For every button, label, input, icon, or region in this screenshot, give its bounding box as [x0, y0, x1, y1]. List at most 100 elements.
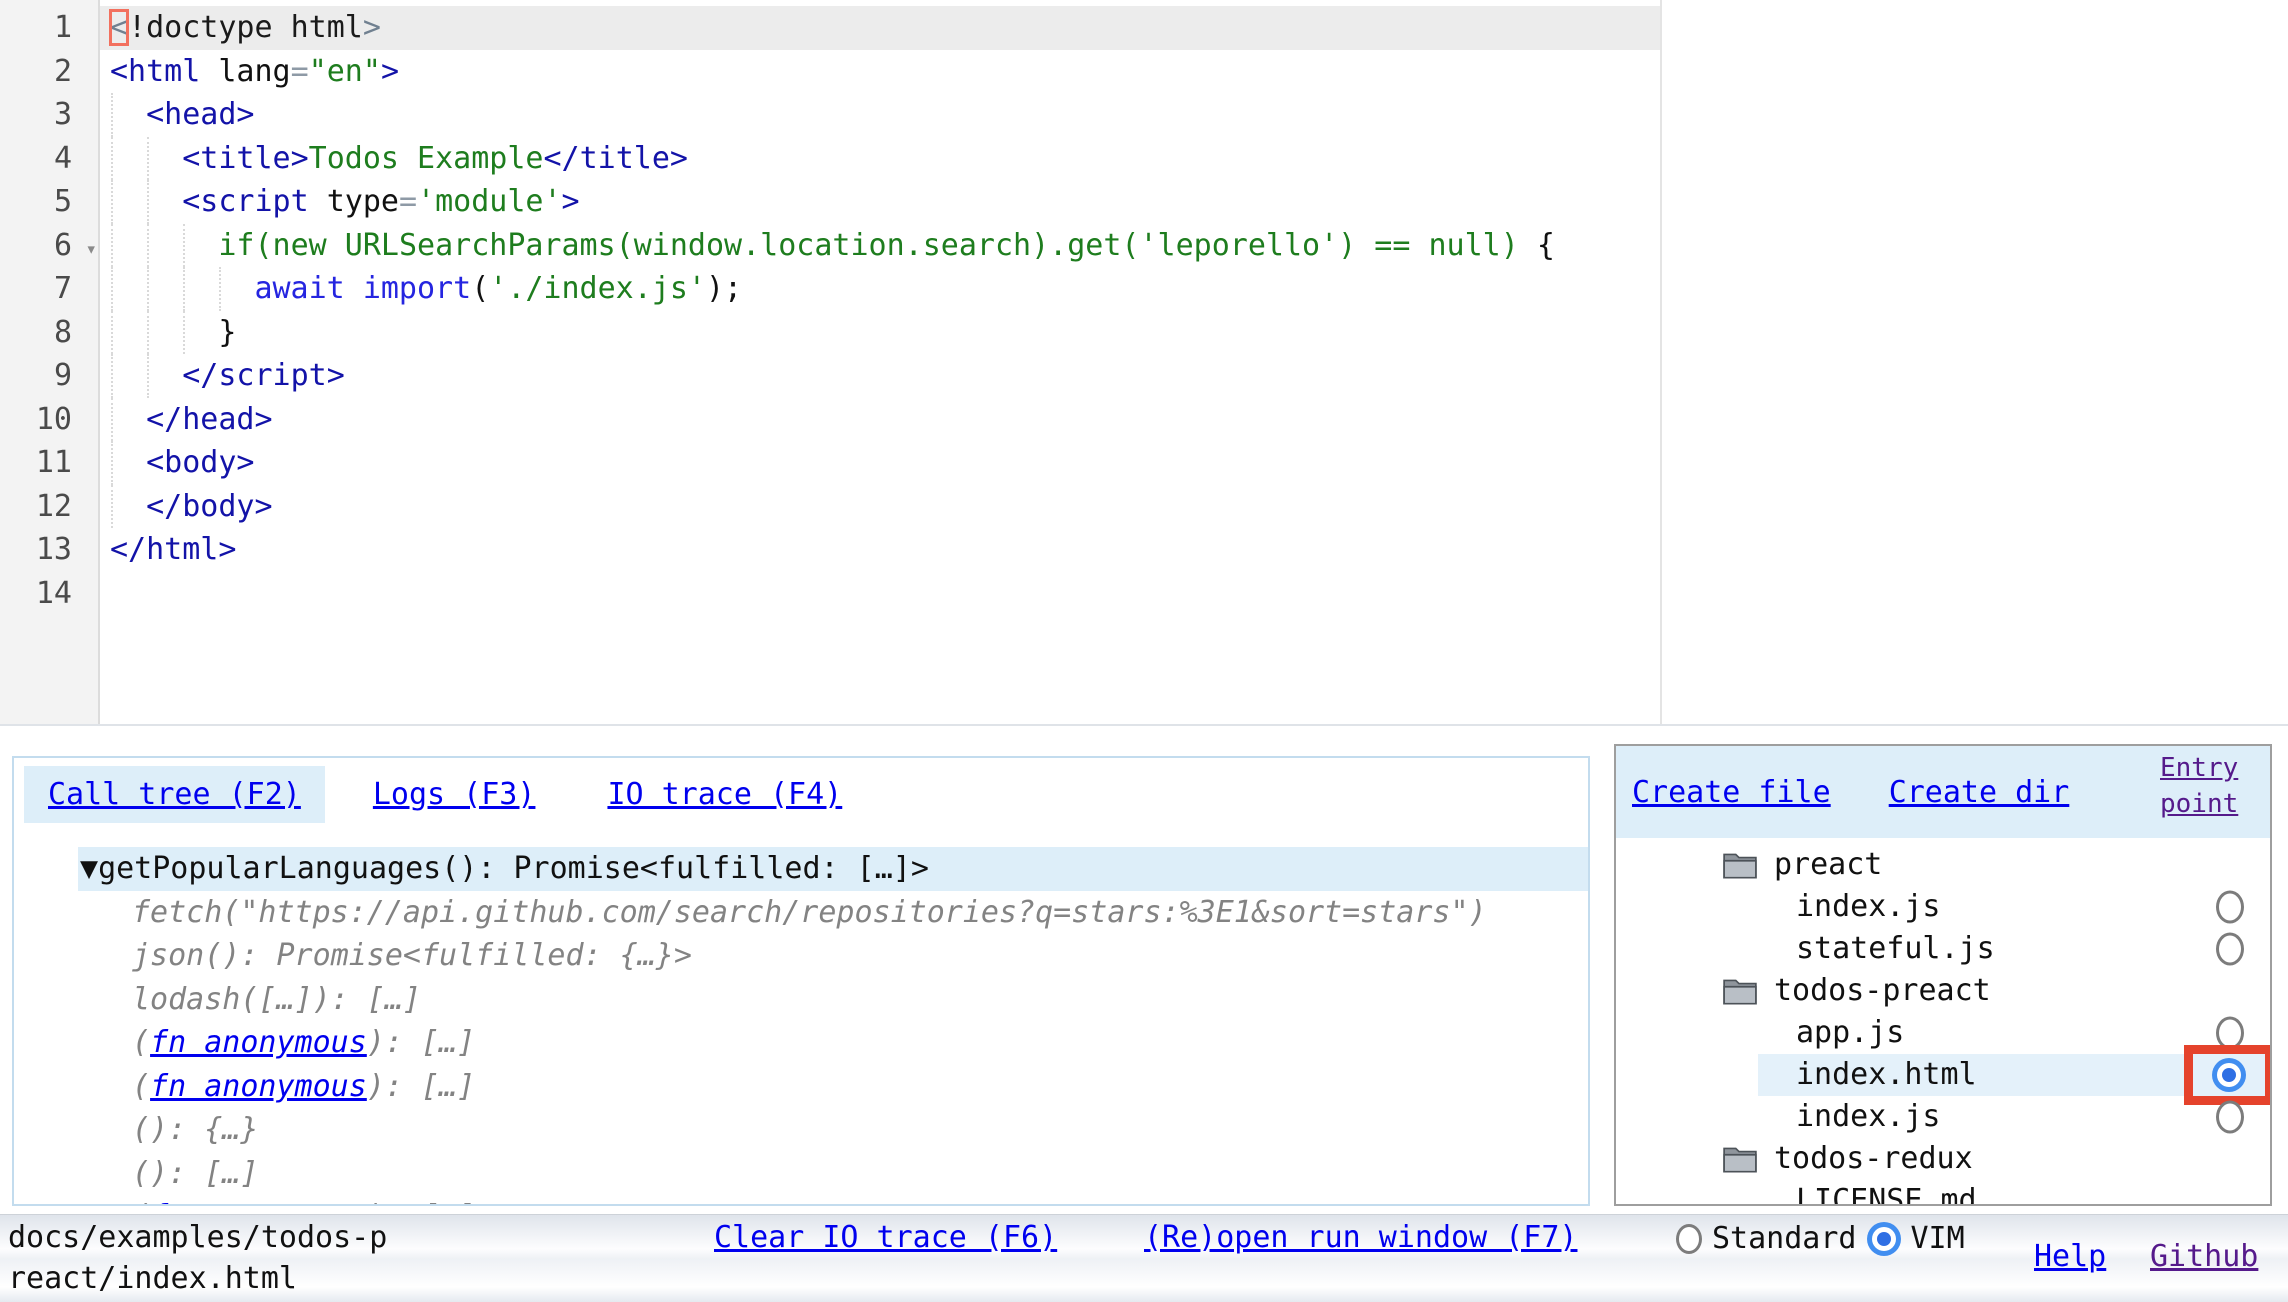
folder-row-todos-redux[interactable]: todos-redux: [1616, 1138, 2270, 1180]
create-file-button[interactable]: Create file: [1632, 775, 1831, 810]
reopen-run-window-button[interactable]: (Re)open run window (F7): [1144, 1217, 1544, 1258]
code-line-2[interactable]: 2<html lang="en">: [0, 50, 2288, 94]
code-line-content[interactable]: <script type='module'>: [100, 180, 1660, 224]
code-line-content[interactable]: <!doctype html>: [100, 6, 1660, 50]
file-name[interactable]: index.js: [1796, 1096, 1941, 1138]
call-tree-row[interactable]: json(): Promise<fulfilled: {…}>: [78, 934, 1588, 978]
code-line-12[interactable]: 12 </body>: [0, 485, 2288, 529]
code-line-10[interactable]: 10 </head>: [0, 398, 2288, 442]
code-line-14[interactable]: 14: [0, 572, 2288, 616]
reopen-run-window-label[interactable]: (Re)open run window (F7): [1144, 1217, 1544, 1258]
keybinding-radio-vim[interactable]: [1867, 1222, 1901, 1256]
file-row-index-js[interactable]: index.js: [1616, 886, 2270, 928]
call-tree-row[interactable]: (fn anonymous): […]: [78, 1195, 1588, 1206]
code-line-content[interactable]: }: [100, 311, 1660, 355]
line-number: 5: [0, 180, 100, 224]
tab-logs-f3-[interactable]: Logs (F3): [349, 766, 560, 823]
code-line-11[interactable]: 11<body>: [0, 441, 2288, 485]
code-line-content[interactable]: if(new URLSearchParams(window.location.s…: [100, 224, 1660, 268]
file-row-app-js[interactable]: app.js: [1616, 1012, 2270, 1054]
line-number-text: 10: [36, 398, 72, 442]
fn-anonymous-link[interactable]: fn anonymous: [150, 1069, 367, 1104]
code-line-content[interactable]: <title>Todos Example</title>: [100, 137, 1660, 181]
call-tree-row[interactable]: (fn anonymous): […]: [78, 1021, 1588, 1065]
call-row-text: (: [132, 1025, 150, 1060]
code-line-5[interactable]: 5<script type='module'>: [0, 180, 2288, 224]
call-tree-row[interactable]: ▼getPopularLanguages(): Promise<fulfille…: [78, 847, 1588, 891]
code-line-content[interactable]: <head>: [100, 93, 1660, 137]
folder-row-todos-preact[interactable]: todos-preact: [1616, 970, 2270, 1012]
help-link[interactable]: Help: [2034, 1239, 2106, 1274]
code-line-content[interactable]: <html lang="en">: [100, 50, 1660, 94]
entry-point-radio[interactable]: [2216, 891, 2244, 924]
code-token: if(new URLSearchParams(window.location.s…: [218, 228, 1518, 263]
folder-name[interactable]: preact: [1774, 844, 1882, 886]
entry-point-radio[interactable]: [2212, 1058, 2246, 1092]
keybinding-label-vim[interactable]: VIM: [1911, 1219, 1965, 1259]
code-line-content[interactable]: [100, 572, 1660, 616]
code-line-13[interactable]: 13</html>: [0, 528, 2288, 572]
fn-anonymous-link[interactable]: fn anonymous: [150, 1025, 367, 1060]
entry-point-radio[interactable]: [2216, 1101, 2244, 1134]
folder-name[interactable]: todos-preact: [1774, 970, 1991, 1012]
fold-arrow-icon[interactable]: ▾: [86, 228, 97, 272]
entry-point-link[interactable]: Entry point: [2160, 750, 2262, 822]
create-dir-button[interactable]: Create dir: [1889, 775, 2070, 810]
call-row-text: (): […]: [132, 1156, 258, 1191]
file-row-index-js[interactable]: index.js: [1616, 1096, 2270, 1138]
indent-guide: [182, 311, 218, 355]
code-line-7[interactable]: 7await import('./index.js');: [0, 267, 2288, 311]
file-name[interactable]: LICENSE.md: [1796, 1180, 1977, 1206]
code-line-1[interactable]: 1<!doctype html>: [0, 6, 2288, 50]
expand-triangle-icon[interactable]: ▼: [80, 851, 98, 886]
github-link[interactable]: Github: [2150, 1239, 2258, 1274]
file-name[interactable]: index.js: [1796, 886, 1941, 928]
indent-guide: [110, 180, 146, 224]
call-tree-row[interactable]: lodash([…]): […]: [78, 978, 1588, 1022]
file-row-license-md[interactable]: LICENSE.md: [1616, 1180, 2270, 1206]
fn-anonymous-link[interactable]: fn anonymous: [150, 1199, 367, 1206]
entry-point-radio[interactable]: [2216, 933, 2244, 966]
call-tree-row[interactable]: fetch("https://api.github.com/search/rep…: [78, 891, 1588, 935]
file-name[interactable]: index.html: [1796, 1054, 1977, 1096]
code-line-content[interactable]: <body>: [100, 441, 1660, 485]
code-line-4[interactable]: 4<title>Todos Example</title>: [0, 137, 2288, 181]
code-token: lang: [218, 54, 290, 89]
call-tree-row[interactable]: (): […]: [78, 1152, 1588, 1196]
keybinding-label-standard[interactable]: Standard: [1712, 1219, 1857, 1259]
code-editor[interactable]: 1<!doctype html>2<html lang="en">3<head>…: [0, 0, 2288, 726]
code-line-6[interactable]: 6▾if(new URLSearchParams(window.location…: [0, 224, 2288, 268]
file-tree: preactindex.jsstateful.jstodos-preactapp…: [1616, 838, 2270, 1206]
line-number-text: 8: [54, 311, 72, 355]
line-number-text: 9: [54, 354, 72, 398]
file-name[interactable]: stateful.js: [1796, 928, 1995, 970]
code-token: <head>: [146, 97, 254, 132]
call-row-text: ): […]: [367, 1025, 475, 1060]
line-number-text: 12: [36, 485, 72, 529]
folder-name[interactable]: todos-redux: [1774, 1138, 1973, 1180]
folder-row-preact[interactable]: preact: [1616, 844, 2270, 886]
code-line-9[interactable]: 9 </script>: [0, 354, 2288, 398]
code-token: (: [471, 271, 489, 306]
code-line-content[interactable]: await import('./index.js');: [100, 267, 1660, 311]
code-line-content[interactable]: </body>: [100, 485, 1660, 529]
file-name[interactable]: app.js: [1796, 1012, 1904, 1054]
file-row-stateful-js[interactable]: stateful.js: [1616, 928, 2270, 970]
code-line-content[interactable]: </head>: [100, 398, 1660, 442]
call-tree-row[interactable]: (fn anonymous): […]: [78, 1065, 1588, 1109]
tab-io-trace-f4-[interactable]: IO trace (F4): [583, 766, 866, 823]
code-line-8[interactable]: 8}: [0, 311, 2288, 355]
tab-call-tree-f2-[interactable]: Call tree (F2): [24, 766, 325, 823]
code-line-content[interactable]: </html>: [100, 528, 1660, 572]
call-tree-row[interactable]: (): {…}: [78, 1108, 1588, 1152]
keybinding-radio-standard[interactable]: [1676, 1224, 1702, 1254]
indent-guide: [218, 267, 254, 311]
clear-io-trace-button[interactable]: Clear IO trace (F6): [714, 1217, 1014, 1258]
code-line-content[interactable]: </script>: [100, 354, 1660, 398]
line-number: 1: [0, 6, 100, 50]
code-token: <title>: [182, 141, 308, 176]
clear-io-trace-label[interactable]: Clear IO trace (F6): [714, 1217, 1014, 1258]
file-row-index-html[interactable]: index.html: [1616, 1054, 2270, 1096]
code-line-3[interactable]: 3<head>: [0, 93, 2288, 137]
code-token: </body>: [146, 489, 272, 524]
